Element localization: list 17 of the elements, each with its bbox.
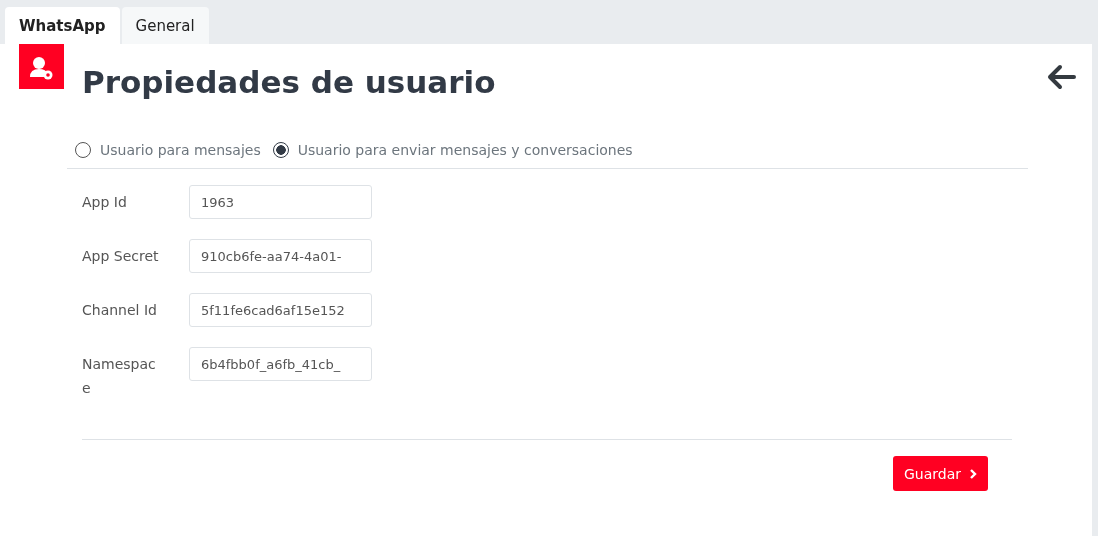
radio-option[interactable]: Usuario para mensajes [75,132,261,168]
field-label: App Secret [82,247,160,266]
radio-option[interactable]: Usuario para enviar mensajes y conversaciones [272,132,633,168]
save-button[interactable]: Guardar [893,456,988,491]
field-label: Channel Id [82,301,158,320]
input-field[interactable]: 6b4fbb0f_a6fb_41cb_ [189,347,372,381]
radio-button[interactable] [272,142,289,158]
field-label: App Id [82,193,128,212]
chevron-right-icon [969,468,977,479]
input-field[interactable]: 5f11fe6cad6af15e152 [189,293,372,327]
input-field[interactable]: 1963 [189,185,372,219]
tab[interactable]: WhatsApp [5,7,120,44]
page-title: Propiedades de usuario [82,64,497,100]
input-field[interactable]: 910cb6fe-aa74-4a01- [189,239,372,273]
field-label: Namespace [82,355,157,398]
tab[interactable]: General [121,7,209,44]
back-arrow-icon[interactable] [1046,64,1076,90]
